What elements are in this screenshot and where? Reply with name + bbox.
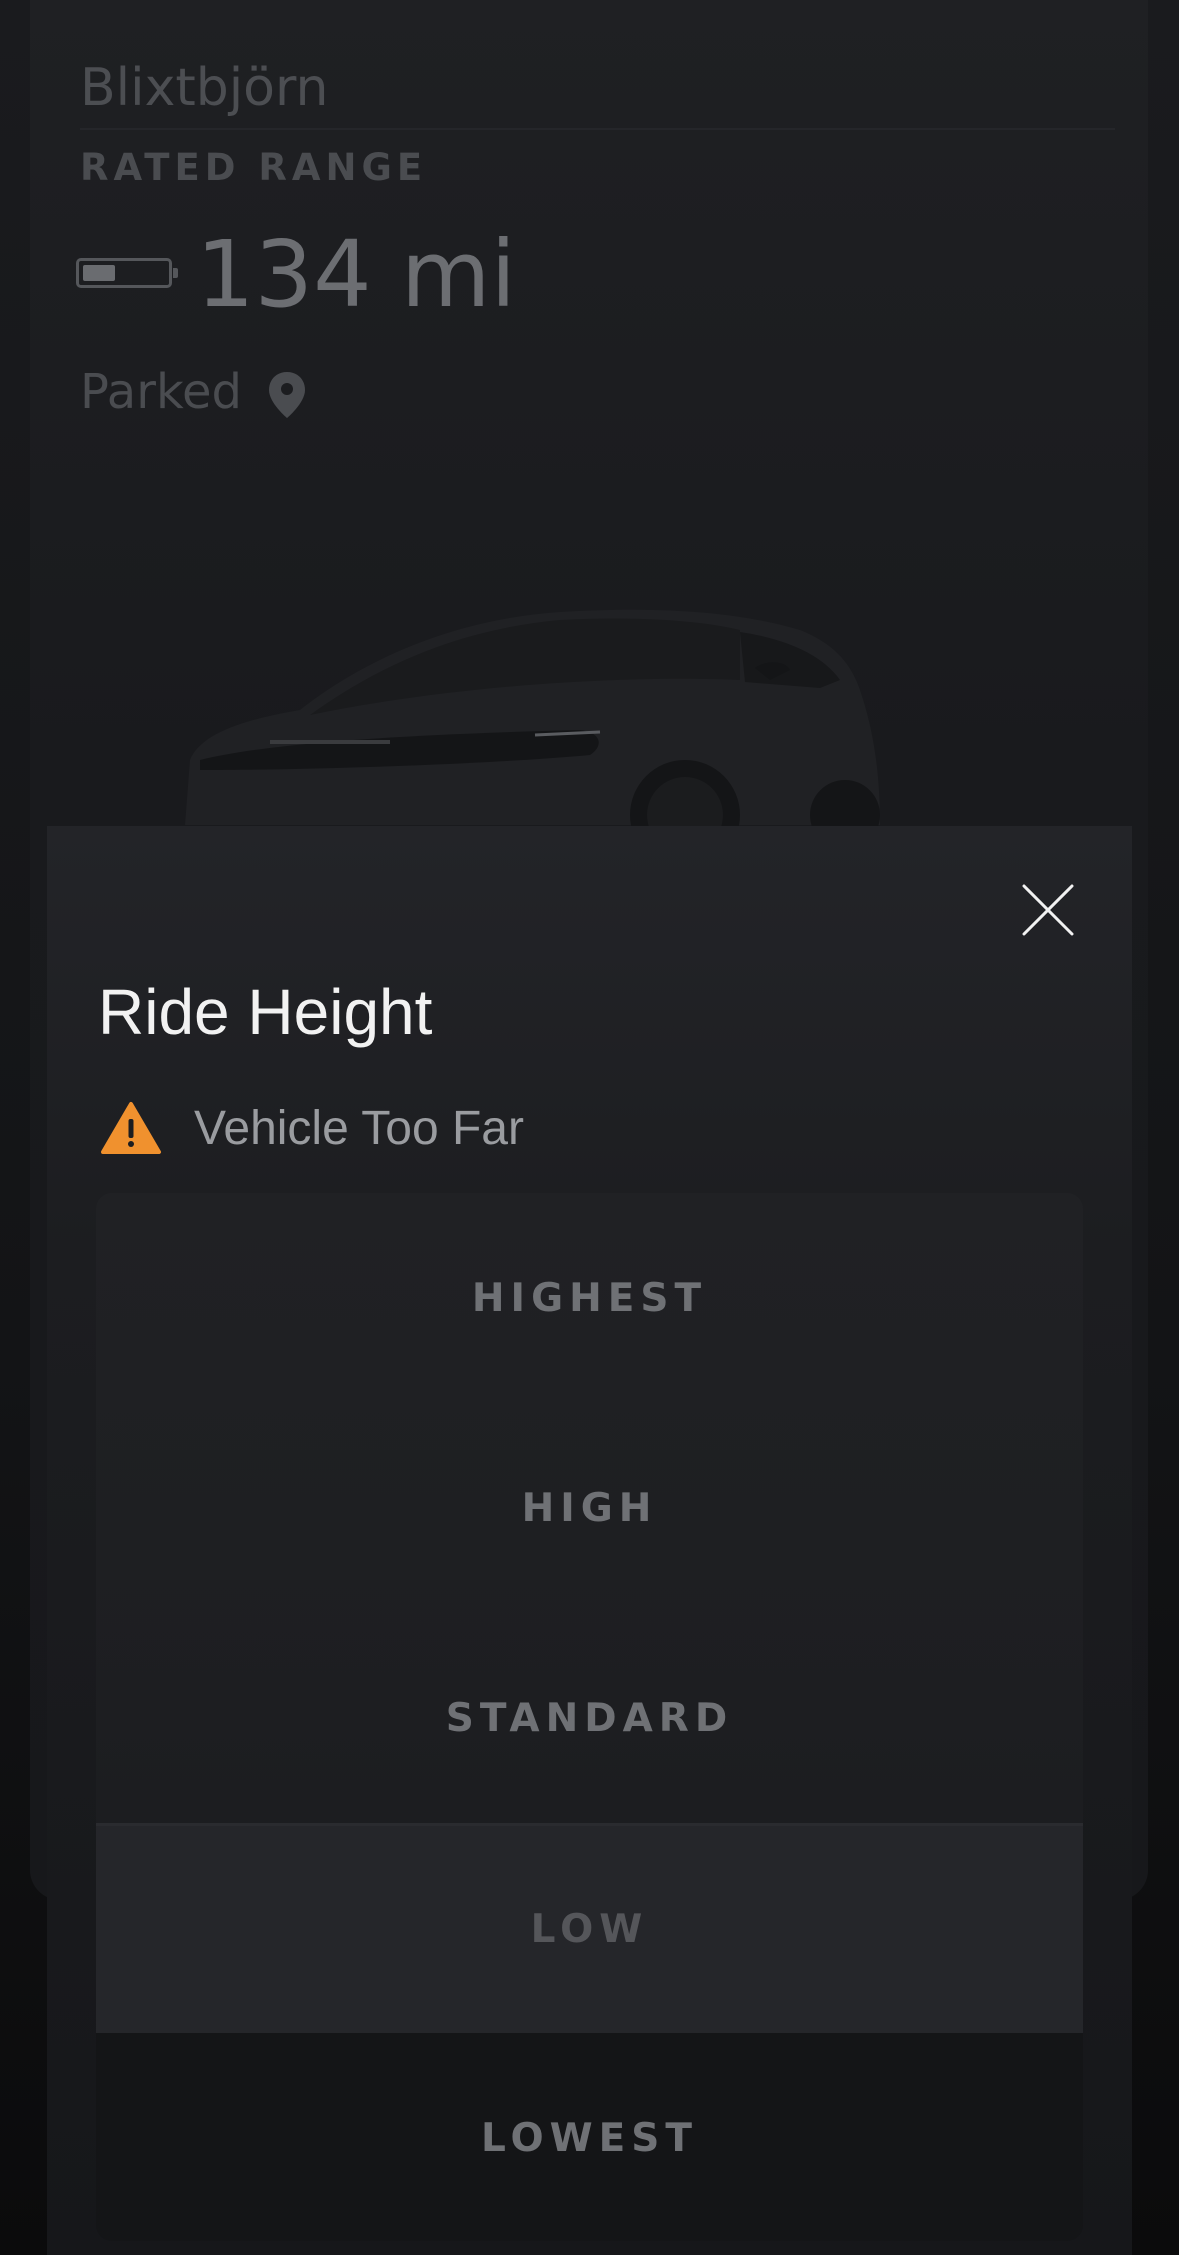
rated-range-label: RATED RANGE: [80, 146, 428, 189]
battery-icon: [76, 258, 178, 288]
option-standard[interactable]: STANDARD: [96, 1613, 1083, 1823]
location-pin-icon[interactable]: [266, 370, 308, 420]
close-icon[interactable]: [1018, 880, 1078, 940]
warning-message: Vehicle Too Far: [100, 1100, 524, 1156]
warning-text: Vehicle Too Far: [194, 1101, 524, 1155]
divider: [80, 128, 1115, 130]
warning-triangle-icon: [101, 1102, 161, 1154]
option-lowest[interactable]: LOWEST: [96, 2033, 1083, 2241]
option-highest[interactable]: HIGHEST: [96, 1193, 1083, 1403]
option-low[interactable]: LOW: [96, 1823, 1083, 2033]
vehicle-image: [185, 609, 880, 830]
vehicle-status: Parked: [80, 364, 243, 420]
ride-height-options: HIGHEST HIGH STANDARD LOW LOWEST: [96, 1193, 1083, 2241]
option-high[interactable]: HIGH: [96, 1403, 1083, 1613]
rated-range-value: 134 mi: [196, 221, 517, 328]
sheet-title: Ride Height: [98, 976, 433, 1048]
vehicle-name: Blixtbjörn: [80, 58, 329, 118]
app-screen: Blixtbjörn RATED RANGE 134 mi Parked Rid…: [0, 0, 1179, 2255]
